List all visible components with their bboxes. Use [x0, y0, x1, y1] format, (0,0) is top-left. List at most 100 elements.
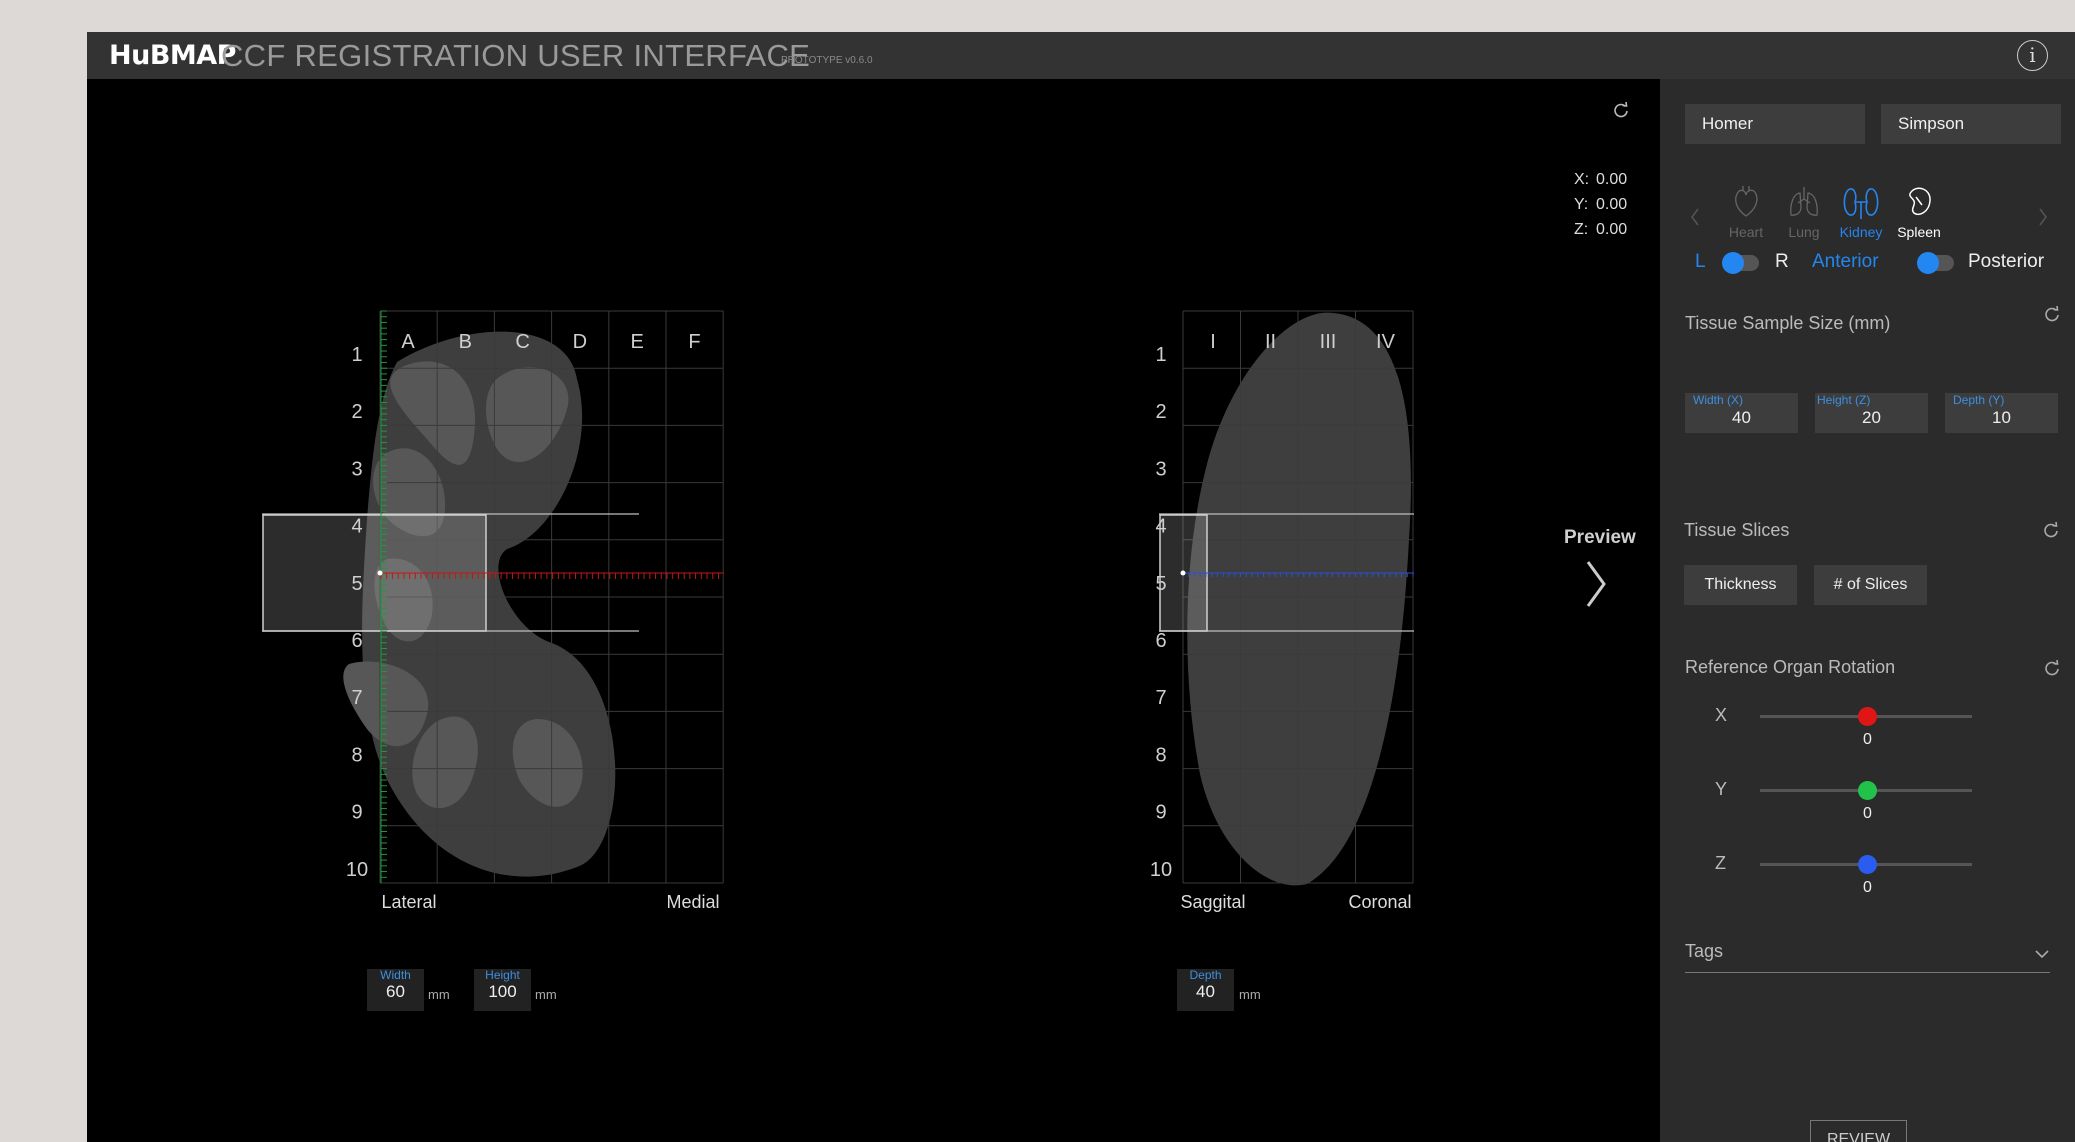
reset-size-icon[interactable]: [2043, 305, 2061, 323]
front-col-label-B: B: [459, 331, 472, 353]
height-input[interactable]: Height 100: [474, 968, 531, 1011]
tissue-slices-title: Tissue Slices: [1684, 520, 1790, 540]
kidney-icon: [1843, 188, 1879, 219]
last-name-field[interactable]: Simpson: [1881, 104, 2061, 144]
organ-carousel: Heart Lung Kidney Spleen: [1660, 185, 2075, 245]
tags-dropdown[interactable]: Tags: [1685, 937, 2050, 973]
side-col-label-II: II: [1265, 331, 1276, 353]
rotation-y-thumb[interactable]: [1858, 781, 1877, 800]
green-height-ruler: [380, 310, 387, 883]
reset-slices-icon[interactable]: [2042, 521, 2060, 539]
rotation-x-label: X: [1715, 705, 1728, 725]
height-unit: mm: [535, 987, 557, 1002]
kidney-side-shape: [1187, 312, 1411, 886]
side-row-label-10: 10: [1150, 859, 1172, 881]
tissue-depth-input[interactable]: Depth (Y) 10: [1945, 393, 2058, 433]
left-right-toggle[interactable]: [1722, 252, 1759, 274]
organ-lung[interactable]: Lung: [1775, 185, 1833, 240]
side-row-label-2: 2: [1155, 401, 1166, 423]
medial-label: Medial: [666, 892, 719, 912]
header-bar: HuBMAP CCF REGISTRATION USER INTERFACE P…: [87, 32, 2075, 79]
side-col-label-IV: IV: [1376, 331, 1396, 353]
info-button[interactable]: i: [2017, 40, 2048, 71]
registration-viewport: X: 0.00 Y: 0.00 Z: 0.00 A B C D E F 1 2 3…: [87, 79, 1660, 1142]
front-view-canvas[interactable]: A B C D E F 1 2 3 4 5 6 7 8 9 10 Lateral Medial: [87, 79, 837, 939]
posterior-label: Posterior: [1968, 251, 2045, 272]
coronal-label: Coronal: [1348, 892, 1411, 912]
side-row-label-5: 5: [1155, 573, 1166, 595]
front-row-label-7: 7: [351, 687, 362, 709]
review-button[interactable]: REVIEW: [1810, 1120, 1907, 1142]
tissue-width-input[interactable]: Width (X) 40: [1685, 393, 1798, 433]
hubmap-logo: HuBMAP: [109, 40, 236, 71]
app-title: CCF REGISTRATION USER INTERFACE: [221, 38, 811, 73]
anterior-label: Anterior: [1812, 251, 1879, 272]
side-row-label-8: 8: [1155, 744, 1166, 766]
first-name-field[interactable]: Homer: [1685, 104, 1865, 144]
front-col-label-D: D: [573, 331, 587, 353]
width-unit: mm: [428, 987, 450, 1002]
slice-count-button[interactable]: # of Slices: [1814, 565, 1927, 605]
thickness-button[interactable]: Thickness: [1684, 565, 1797, 605]
side-row-label-1: 1: [1155, 344, 1166, 366]
anterior-posterior-toggle[interactable]: [1917, 252, 1954, 274]
left-side-label: L: [1695, 251, 1706, 272]
organ-spleen[interactable]: Spleen: [1890, 185, 1948, 240]
rotation-x-row: X 0: [1660, 705, 2075, 755]
rotation-y-row: Y 0: [1660, 779, 2075, 829]
side-row-label-3: 3: [1155, 458, 1166, 480]
side-view-canvas[interactable]: I II III IV 12345678910 Saggital Coronal: [1087, 79, 1487, 939]
organ-heart[interactable]: Heart: [1717, 185, 1775, 240]
width-input[interactable]: Width 60: [367, 968, 424, 1011]
spleen-icon: [1909, 187, 1931, 216]
side-col-label-III: III: [1320, 331, 1337, 353]
front-col-label-A: A: [401, 331, 415, 353]
reset-rotation-icon[interactable]: [2043, 659, 2061, 677]
right-side-label: R: [1775, 251, 1789, 272]
control-sidebar: Homer Simpson Heart Lung Kidney Spleen L…: [1660, 79, 2075, 1142]
saggital-label: Saggital: [1180, 892, 1245, 912]
preview-arrow-icon[interactable]: [1585, 559, 1607, 609]
side-row-label-6: 6: [1155, 630, 1166, 652]
front-row-label-6: 6: [351, 630, 362, 652]
front-row-label-4: 4: [351, 516, 362, 538]
rotation-y-label: Y: [1715, 779, 1728, 799]
rotation-z-label: Z: [1715, 853, 1726, 873]
side-col-label-I: I: [1210, 331, 1216, 353]
rotation-x-value: 0: [1863, 731, 1872, 748]
chevron-down-icon: [2035, 950, 2049, 959]
rotation-z-value: 0: [1863, 879, 1872, 896]
rotation-title: Reference Organ Rotation: [1685, 657, 1896, 677]
coord-z-readout: Z: 0.00: [1574, 221, 1628, 238]
origin-point-front: [377, 570, 383, 576]
side-row-label-9: 9: [1155, 802, 1166, 824]
lateral-label: Lateral: [381, 892, 436, 912]
coord-y-readout: Y: 0.00: [1574, 196, 1628, 213]
tissue-size-title: Tissue Sample Size (mm): [1685, 313, 1891, 333]
version-label: PROTOTYPE v0.6.0: [781, 55, 873, 66]
front-row-label-9: 9: [351, 802, 362, 824]
front-row-label-8: 8: [351, 744, 362, 766]
depth-unit: mm: [1239, 987, 1261, 1002]
organ-kidney[interactable]: Kidney: [1832, 185, 1890, 240]
front-row-label-3: 3: [351, 458, 362, 480]
front-row-label-5: 5: [351, 573, 362, 595]
preview-label: Preview: [1564, 527, 1636, 548]
front-row-label-10: 10: [346, 859, 368, 881]
heart-icon: [1735, 186, 1758, 217]
coord-x-readout: X: 0.00: [1574, 171, 1628, 188]
lung-icon: [1790, 187, 1818, 216]
front-col-label-F: F: [688, 331, 700, 353]
front-col-label-C: C: [515, 331, 529, 353]
tissue-height-input[interactable]: Height (Z) 20: [1815, 393, 1928, 433]
origin-point-side: [1180, 570, 1186, 576]
front-row-label-2: 2: [351, 401, 362, 423]
rotation-z-row: Z 0: [1660, 853, 2075, 903]
red-width-ruler: [380, 572, 724, 579]
reset-view-icon[interactable]: [1612, 101, 1630, 119]
app-window: HuBMAP CCF REGISTRATION USER INTERFACE P…: [87, 32, 2075, 1142]
rotation-x-thumb[interactable]: [1858, 707, 1877, 726]
depth-input[interactable]: Depth 40: [1177, 968, 1234, 1011]
front-row-label-1: 1: [351, 344, 362, 366]
rotation-z-thumb[interactable]: [1858, 855, 1877, 874]
